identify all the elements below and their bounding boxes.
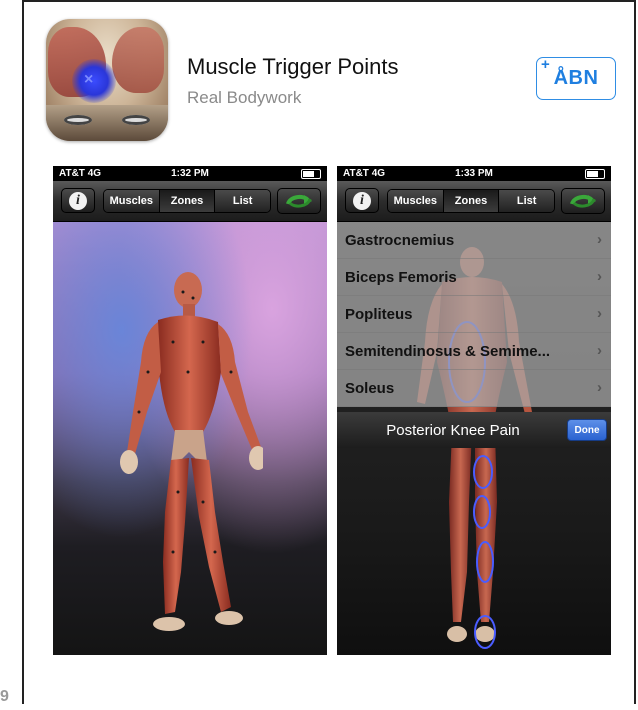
chevron-right-icon: ›: [597, 305, 602, 322]
muscle-figure-front: [120, 272, 263, 631]
list-item-label: Biceps Femoris: [345, 268, 457, 286]
status-bar: AT&T 4G 1:33 PM: [337, 166, 611, 181]
view-segmented-control: Muscles Zones List: [387, 189, 555, 213]
picker-toolbar: Posterior Knee Pain Done: [337, 412, 611, 448]
rotate-button[interactable]: [561, 188, 605, 214]
done-button[interactable]: Done: [567, 419, 607, 441]
list-item-label: Popliteus: [345, 305, 413, 323]
segment-list[interactable]: List: [499, 190, 554, 212]
list-item[interactable]: Popliteus ›: [337, 296, 611, 333]
list-item-label: Semitendinosus & Semime...: [345, 342, 551, 360]
open-button-label: ÅBN: [553, 67, 599, 89]
list-item[interactable]: Biceps Femoris ›: [337, 259, 611, 296]
rotate-button[interactable]: [277, 188, 321, 214]
chevron-right-icon: ›: [597, 231, 602, 248]
eye-right-icon: [122, 115, 150, 125]
list-item[interactable]: Soleus ›: [337, 370, 611, 407]
status-time: 1:32 PM: [171, 168, 209, 179]
plus-icon: +: [541, 56, 551, 73]
chevron-right-icon: ›: [597, 379, 602, 396]
nav-bar: i Muscles Zones List: [337, 181, 611, 222]
list-item-label: Gastrocnemius: [345, 231, 455, 249]
app-developer[interactable]: Real Bodywork: [187, 88, 301, 108]
info-button[interactable]: i: [61, 188, 95, 213]
rotate-arrow-icon: [286, 194, 312, 208]
app-icon[interactable]: ×: [46, 19, 168, 141]
segment-zones[interactable]: Zones: [443, 190, 500, 212]
screenshot-2[interactable]: AT&T 4G 1:33 PM i Muscles Zones List Gas…: [337, 166, 611, 655]
screenshot-1[interactable]: AT&T 4G 1:32 PM i Muscles Zones List: [53, 166, 327, 655]
app-title: Muscle Trigger Points: [187, 54, 399, 79]
segment-muscles[interactable]: Muscles: [388, 190, 444, 212]
status-bar: AT&T 4G 1:32 PM: [53, 166, 327, 181]
trigger-point-glow: [72, 59, 116, 103]
chevron-right-icon: ›: [597, 342, 602, 359]
rotate-arrow-icon: [570, 194, 596, 208]
segment-zones[interactable]: Zones: [159, 190, 216, 212]
picker-title: Posterior Knee Pain: [386, 421, 520, 439]
battery-icon: [585, 169, 605, 179]
anatomy-scene[interactable]: [53, 222, 327, 655]
nav-bar: i Muscles Zones List: [53, 181, 327, 222]
status-time: 1:33 PM: [455, 168, 493, 179]
view-segmented-control: Muscles Zones List: [103, 189, 271, 213]
open-button[interactable]: + ÅBN: [536, 56, 616, 100]
battery-icon: [301, 169, 321, 179]
segment-muscles[interactable]: Muscles: [104, 190, 160, 212]
info-icon: i: [353, 191, 371, 210]
list-item[interactable]: Gastrocnemius ›: [337, 222, 611, 259]
segment-list[interactable]: List: [215, 190, 270, 212]
list-item-label: Soleus: [345, 379, 395, 397]
corner-character: 9: [0, 688, 9, 705]
muscle-list: Gastrocnemius › Biceps Femoris › Poplite…: [337, 222, 611, 407]
info-button[interactable]: i: [345, 188, 379, 213]
eye-left-icon: [64, 115, 92, 125]
info-icon: i: [69, 191, 87, 210]
trigger-point-x-icon: ×: [84, 71, 94, 88]
chevron-right-icon: ›: [597, 268, 602, 285]
list-item[interactable]: Semitendinosus & Semime... ›: [337, 333, 611, 370]
